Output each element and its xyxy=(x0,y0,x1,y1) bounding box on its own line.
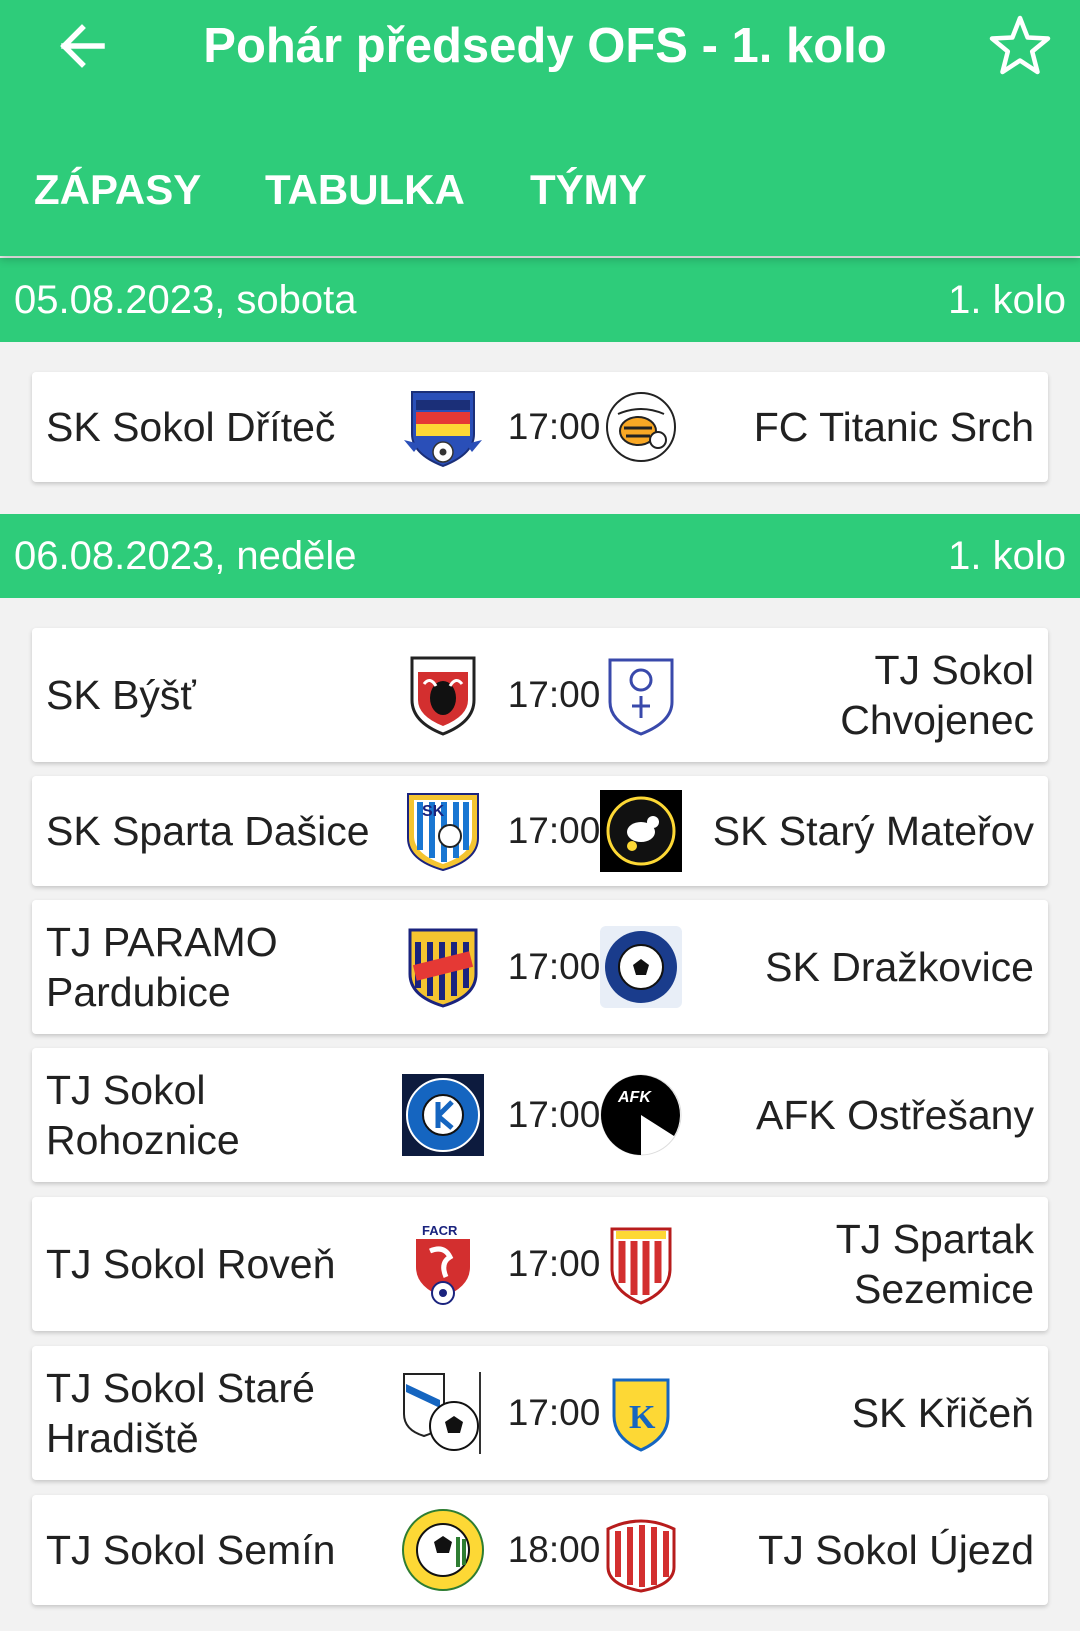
stary-materov-logo-icon xyxy=(598,788,684,874)
home-team-name: TJ Sokol Rohoznice xyxy=(46,1067,240,1163)
sokol-semin-logo-icon xyxy=(400,1507,486,1593)
date-header: 05.08.2023, sobota 1. kolo xyxy=(0,258,1080,342)
sokol-dritec-logo-icon xyxy=(400,384,486,470)
away-team-name: SK Dražkovice xyxy=(765,944,1034,990)
svg-text:AFK: AFK xyxy=(617,1089,652,1106)
sk-kricen-logo-icon: K xyxy=(598,1370,684,1456)
tab-zapasy[interactable]: ZÁPASY xyxy=(34,150,201,230)
sk-drazkovice-logo-icon xyxy=(598,924,684,1010)
home-team-name: SK Sparta Dašice xyxy=(46,808,370,854)
home-team-name: TJ PARAMO Pardubice xyxy=(46,919,278,1015)
sk-byst-logo-icon xyxy=(400,652,486,738)
sokol-chvojenec-logo-icon xyxy=(598,652,684,738)
match-card[interactable]: SK Býšť 17:00 TJ Sokol Chvojenec xyxy=(32,628,1048,762)
back-arrow-icon[interactable] xyxy=(50,14,114,78)
match-card[interactable]: SK Sparta Dašice SK 17:00 SK Starý Mateř… xyxy=(32,776,1048,886)
date-label: 06.08.2023, neděle xyxy=(14,534,357,578)
afk-ostresany-logo-icon: AFK xyxy=(598,1072,684,1158)
tab-tymy[interactable]: TÝMY xyxy=(530,150,647,230)
paramo-pardubice-logo-icon xyxy=(400,924,486,1010)
match-card[interactable]: TJ PARAMO Pardubice 17:00 SK Dražkovice xyxy=(32,900,1048,1034)
star-outline-icon[interactable] xyxy=(986,12,1054,80)
away-team-name: TJ Sokol Újezd xyxy=(758,1527,1034,1573)
sokol-rohoznice-logo-icon xyxy=(400,1072,486,1158)
stare-hradiste-logo-icon xyxy=(400,1370,486,1456)
sokol-ujezd-logo-icon xyxy=(598,1507,684,1593)
spartak-sezemice-logo-icon xyxy=(598,1221,684,1307)
fc-titanic-srch-logo-icon xyxy=(598,384,684,470)
home-team-name: SK Býšť xyxy=(46,672,196,718)
home-team-name: TJ Sokol Staré Hradiště xyxy=(46,1365,315,1461)
away-team-name: TJ Spartak Sezemice xyxy=(835,1216,1034,1312)
date-label: 05.08.2023, sobota xyxy=(14,278,357,322)
away-team-name: TJ Sokol Chvojenec xyxy=(840,647,1034,743)
sparta-dasice-logo-icon: SK xyxy=(400,788,486,874)
svg-text:SK: SK xyxy=(422,803,445,820)
match-card[interactable]: TJ Sokol Staré Hradiště 17:00 K SK Křiče… xyxy=(32,1346,1048,1480)
match-card[interactable]: TJ Sokol Roveň FACR 17:00 TJ Spartak Sez… xyxy=(32,1197,1048,1331)
round-label: 1. kolo xyxy=(948,534,1066,578)
home-team-name: TJ Sokol Semín xyxy=(46,1527,336,1573)
svg-text:FACR: FACR xyxy=(422,1223,458,1238)
away-team-name: FC Titanic Srch xyxy=(753,404,1034,450)
away-team-name: SK Starý Mateřov xyxy=(712,808,1034,854)
round-label: 1. kolo xyxy=(948,278,1066,322)
match-card[interactable]: SK Sokol Dříteč 17:00 FC Titanic Srch xyxy=(32,372,1048,482)
match-card[interactable]: TJ Sokol Semín 18:00 TJ Sokol Újezd xyxy=(32,1495,1048,1605)
away-team-name: SK Křičeň xyxy=(851,1390,1034,1436)
app-bar: Pohár předsedy OFS - 1. kolo ZÁPASY TABU… xyxy=(0,0,1080,256)
match-card[interactable]: TJ Sokol Rohoznice 17:00 AFK AFK Ostřeša… xyxy=(32,1048,1048,1182)
away-team-name: AFK Ostřešany xyxy=(756,1092,1034,1138)
facr-logo-icon: FACR xyxy=(400,1221,486,1307)
home-team-name: SK Sokol Dříteč xyxy=(46,404,336,450)
date-header: 06.08.2023, neděle 1. kolo xyxy=(0,514,1080,598)
home-team-name: TJ Sokol Roveň xyxy=(46,1241,336,1287)
page-title: Pohár předsedy OFS - 1. kolo xyxy=(203,19,887,73)
svg-text:K: K xyxy=(629,1399,656,1436)
tab-tabulka[interactable]: TABULKA xyxy=(265,150,465,230)
